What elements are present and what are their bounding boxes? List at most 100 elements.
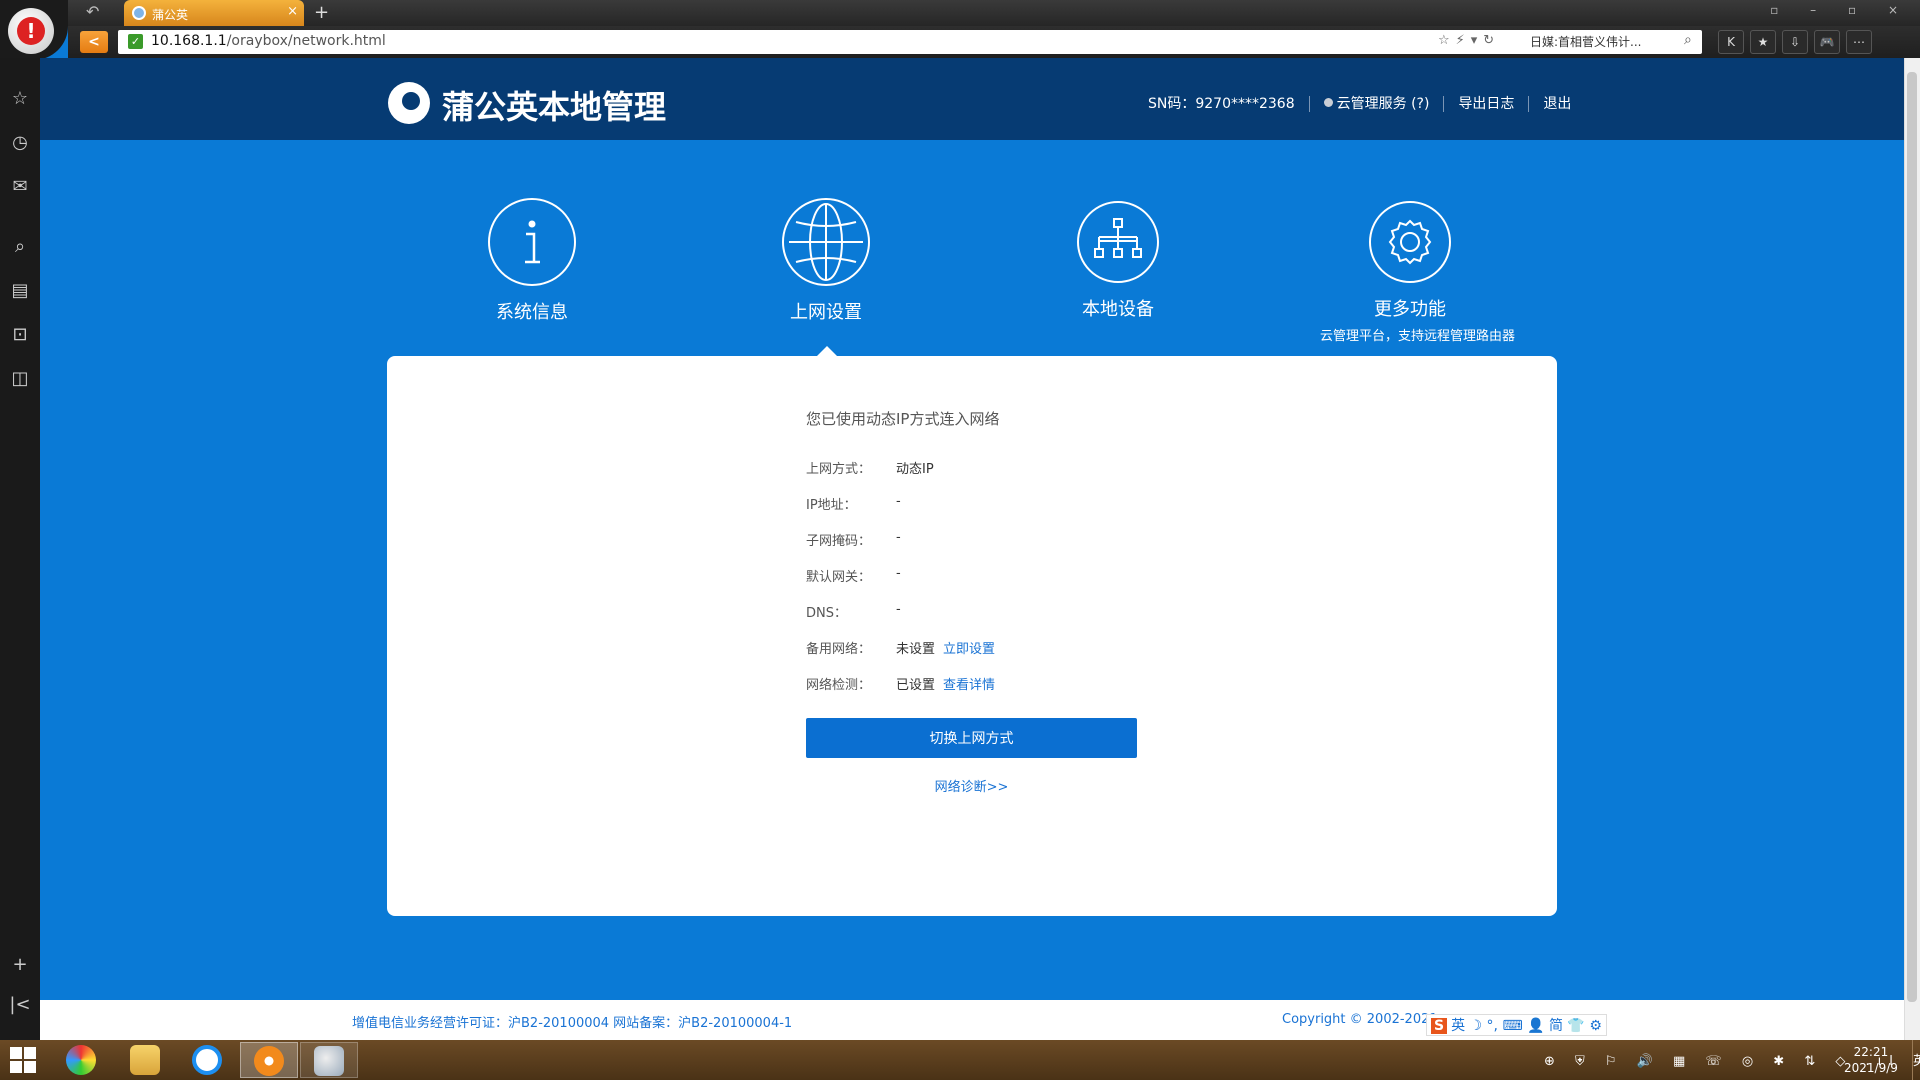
show-desktop-button[interactable]	[1912, 1040, 1920, 1080]
toolbar-button[interactable]: K	[1718, 30, 1744, 54]
row-label: 备用网络：	[806, 642, 872, 657]
bag-icon[interactable]: ⊡	[0, 324, 40, 345]
logout-link[interactable]: 退出	[1543, 96, 1571, 112]
search-icon[interactable]: ⌕	[1684, 32, 1692, 48]
network-check-row: 已设置 查看详情	[896, 674, 995, 693]
new-tab-button[interactable]: +	[314, 2, 329, 23]
search-engine-input[interactable]: 日媒:首相菅义伟计...	[1530, 33, 1700, 50]
network-tree-icon	[1077, 201, 1159, 283]
setup-now-link[interactable]: 立即设置	[943, 642, 995, 657]
game-icon[interactable]: 🎮	[1814, 30, 1840, 54]
cloud-service-link[interactable]: 云管理服务 (?)	[1337, 96, 1430, 112]
add-icon[interactable]: +	[0, 954, 40, 975]
taskbar-app-browser-q[interactable]	[178, 1042, 236, 1078]
page-footer	[40, 1000, 1904, 1040]
news-icon[interactable]: ▤	[0, 280, 40, 301]
browser-tab[interactable]: 蒲公英 ×	[124, 0, 304, 26]
window-controls[interactable]: ▫ – ▫ ×	[1770, 3, 1912, 17]
star-icon[interactable]: ☆	[0, 88, 40, 109]
network-info-card	[387, 356, 1557, 916]
logo-title: 蒲公英本地管理	[442, 88, 667, 126]
globe-icon	[782, 198, 870, 286]
header-links: SN码：9270****2368 云管理服务 (?) 导出日志 退出	[1148, 93, 1571, 113]
gear-icon	[1369, 201, 1451, 283]
tab-close-icon[interactable]: ×	[287, 4, 298, 19]
row-label: 网络检测：	[806, 678, 872, 693]
download-icon[interactable]: ⇩	[1782, 30, 1808, 54]
license-text[interactable]: 增值电信业务经营许可证：沪B2-20100004 网站备案：沪B2-201000…	[352, 1012, 792, 1031]
export-log-link[interactable]: 导出日志	[1458, 96, 1514, 112]
app-icon	[66, 1045, 96, 1075]
dns-value: -	[896, 602, 901, 617]
favicon-icon	[132, 6, 146, 20]
view-details-link[interactable]: 查看详情	[943, 678, 995, 693]
network-diagnose-link[interactable]: 网络诊断>>	[806, 776, 1137, 795]
folder-icon	[130, 1045, 160, 1075]
nav-label: 上网设置	[790, 302, 862, 323]
game-icon[interactable]: ◫	[0, 368, 40, 389]
serial-number: SN码：9270****2368	[1148, 96, 1295, 112]
subnet-mask-value: -	[896, 530, 901, 545]
connection-status-message: 您已使用动态IP方式连入网络	[806, 410, 1000, 428]
clock-date: 2021/9/9	[1844, 1061, 1898, 1075]
taskbar-app-active-browser[interactable]	[240, 1042, 298, 1078]
ime-options[interactable]: 英 ☽ °, ⌨ 👤 简 👕 ⚙	[1451, 1018, 1602, 1034]
connection-type-value: 动态IP	[896, 462, 934, 477]
back-button[interactable]: <	[80, 31, 108, 53]
paint-icon	[314, 1046, 344, 1076]
backup-network-value: 未设置	[896, 642, 936, 657]
taskbar-app-colorful[interactable]	[52, 1042, 110, 1078]
nav-label: 系统信息	[496, 302, 568, 323]
nav-label: 本地设备	[1082, 299, 1154, 320]
alert-icon: !	[17, 17, 45, 45]
url-text[interactable]: 10.168.1.1/oraybox/network.html	[151, 33, 386, 49]
scrollbar-thumb[interactable]	[1907, 72, 1917, 1002]
mail-icon[interactable]: ✉	[0, 176, 40, 197]
info-icon	[488, 198, 576, 286]
row-label: DNS：	[806, 606, 847, 621]
url-host: 10.168.1.1	[151, 33, 227, 49]
taskbar-app-explorer[interactable]	[116, 1042, 174, 1078]
favorites-icon[interactable]: ★	[1750, 30, 1776, 54]
nav-more-features[interactable]: 更多功能 云管理平台，支持远程管理路由器	[1320, 198, 1516, 344]
tab-title: 蒲公英	[152, 8, 189, 22]
collapse-icon[interactable]: |<	[0, 994, 40, 1015]
network-check-value: 已设置	[896, 678, 936, 693]
secure-check-icon: ✓	[128, 34, 143, 49]
copyright-text: Copyright © 2002-2021	[1282, 1012, 1438, 1027]
nav-sublabel: 云管理平台，支持远程管理路由器	[1320, 329, 1516, 344]
ime-toolbar[interactable]: S英 ☽ °, ⌨ 👤 简 👕 ⚙	[1426, 1014, 1607, 1036]
ime-logo-icon: S	[1431, 1018, 1448, 1034]
nav-local-devices[interactable]: 本地设备	[1028, 198, 1208, 321]
history-icon[interactable]: ◷	[0, 132, 40, 153]
ip-address-value: -	[896, 494, 901, 509]
switch-connection-button[interactable]: 切换上网方式	[806, 718, 1137, 758]
nav-system-info[interactable]: 系统信息	[442, 198, 622, 324]
logo-icon	[388, 82, 430, 124]
start-windows-icon[interactable]	[10, 1047, 36, 1073]
url-tools-icons[interactable]: ☆⚡▾↻	[1438, 33, 1500, 48]
taskbar-app-paint[interactable]	[300, 1042, 358, 1078]
taskbar-clock[interactable]: 22:21 2021/9/9	[1844, 1044, 1898, 1076]
backup-network-row: 未设置 立即设置	[896, 638, 995, 657]
browser-menu-orb[interactable]: !	[0, 0, 68, 60]
page-header	[40, 58, 1904, 140]
url-path: /oraybox/network.html	[226, 33, 386, 49]
search-icon[interactable]: ⌕	[0, 236, 40, 257]
row-label: 上网方式：	[806, 462, 872, 477]
undo-close-tab-icon[interactable]: ↶	[86, 2, 99, 21]
row-label: 默认网关：	[806, 570, 872, 585]
browser-icon	[192, 1045, 222, 1075]
default-gateway-value: -	[896, 566, 901, 581]
nav-network-settings[interactable]: 上网设置	[736, 198, 916, 324]
browser-icon	[254, 1046, 284, 1076]
browser-sidebar: ☆ ◷ ✉ ⌕ ▤ ⊡ ◫ + |<	[0, 58, 40, 1040]
cloud-status-dot	[1323, 98, 1333, 107]
row-label: 子网掩码：	[806, 534, 872, 549]
active-nav-caret	[817, 346, 837, 356]
nav-label: 更多功能	[1374, 299, 1446, 320]
clock-time: 22:21	[1853, 1045, 1889, 1059]
row-label: IP地址：	[806, 498, 857, 513]
more-icon[interactable]: ⋯	[1846, 30, 1872, 54]
toolbar-right-buttons: K ★ ⇩ 🎮 ⋯	[1712, 30, 1872, 54]
